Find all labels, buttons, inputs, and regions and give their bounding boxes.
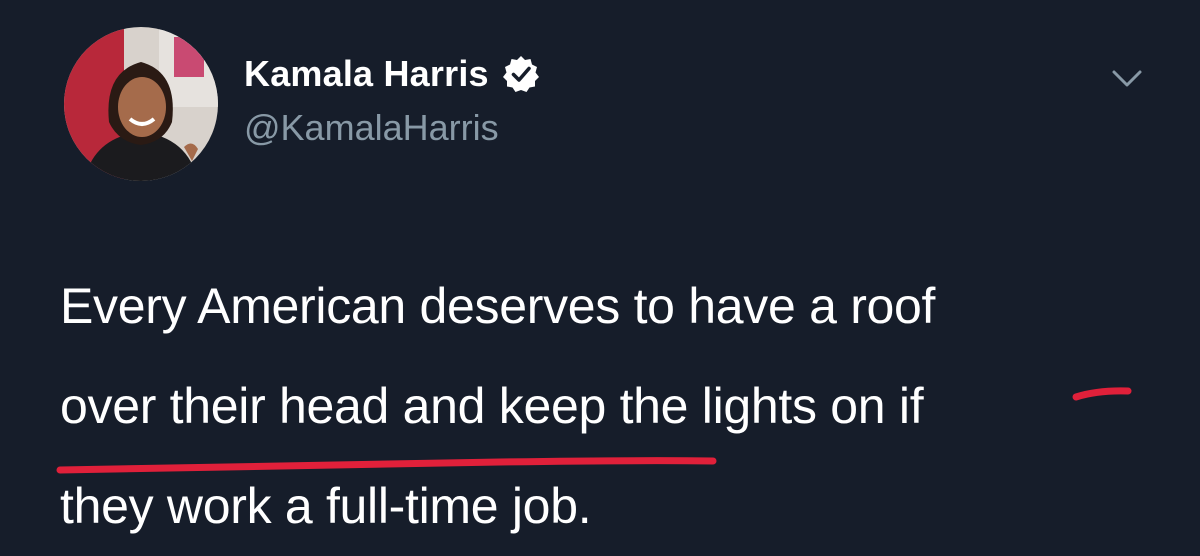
avatar[interactable] xyxy=(64,27,218,181)
verified-badge-icon xyxy=(502,56,539,92)
author-handle[interactable]: @KamalaHarris xyxy=(244,105,541,151)
chevron-down-icon[interactable] xyxy=(1111,66,1143,90)
profile-photo xyxy=(64,27,218,181)
struck-word-if: if xyxy=(898,378,924,434)
tweet-line-2-text: over their head and keep the lights on xyxy=(60,378,886,434)
tweet-line-1: Every American deserves to have a roof xyxy=(60,256,1180,356)
struck-phrase: they work a full-time xyxy=(60,478,499,534)
tweet-line-1-text: Every American deserves to have a roof xyxy=(60,278,936,334)
author-name[interactable]: Kamala Harris xyxy=(244,51,489,97)
tweet-line-3: they work a full-time job. xyxy=(60,456,1180,556)
tweet-author: Kamala Harris @KamalaHarris xyxy=(244,51,541,151)
tweet-line-2: over their head and keep the lights on i… xyxy=(60,356,1180,456)
tweet-line-3-text: job. xyxy=(511,478,592,534)
tweet-text: Every American deserves to have a roof o… xyxy=(60,256,1180,556)
